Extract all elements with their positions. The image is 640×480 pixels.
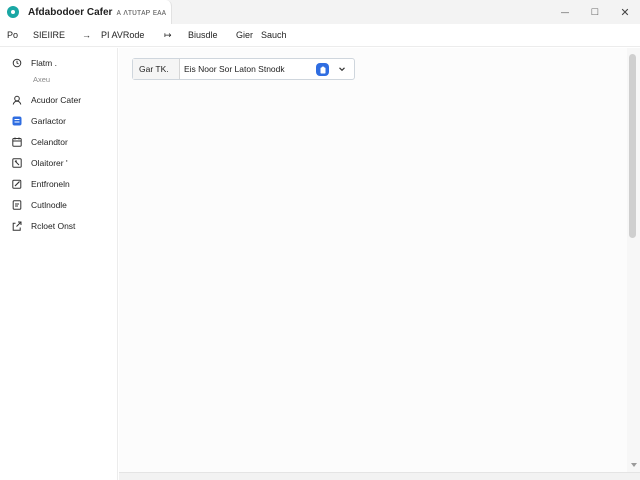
sidebar-item-olaitorer[interactable]: Olaitorer ': [0, 153, 118, 173]
menu-item-pi-avrode[interactable]: PI AVRode: [101, 30, 144, 40]
menu-item-po[interactable]: Po: [7, 30, 18, 40]
search-input[interactable]: Eis Noor Sor Laton Stnodk: [184, 59, 285, 79]
chevron-down-icon[interactable]: [337, 64, 347, 74]
sidebar-item-label: Entfroneln: [31, 179, 70, 189]
arrow-to-icon: ↦: [164, 30, 172, 40]
maximize-icon: □: [591, 6, 599, 18]
status-strip: [119, 472, 640, 480]
search-combobox[interactable]: Gar TK. Eis Noor Sor Laton Stnodk: [132, 58, 355, 80]
sidebar-item-label: Garlactor: [31, 116, 66, 126]
clipboard-icon[interactable]: [316, 63, 329, 76]
sidebar-item-entfroneln[interactable]: Entfroneln: [0, 174, 118, 194]
sidebar-item-celandtor[interactable]: Celandtor: [0, 132, 118, 152]
search-prefix-label[interactable]: Gar TK.: [133, 59, 180, 79]
app-tab[interactable]: Afdabodoer Cafer ᴀ ʌᴛᴜᴛᴀᴘ ᴇᴀᴀ: [0, 0, 172, 24]
app-title: Afdabodoer Cafer: [28, 6, 113, 18]
menu-item-siriire[interactable]: SIEIIRE: [33, 30, 65, 40]
arrow-right-icon: →: [82, 30, 91, 40]
calendar-icon: [12, 137, 22, 147]
sidebar-item-garlactor[interactable]: Garlactor: [0, 111, 118, 131]
edit-icon: [12, 179, 22, 189]
close-button[interactable]: ✕: [610, 0, 640, 24]
sidebar-item-cutlnodle[interactable]: Cutlnodle: [0, 195, 118, 215]
document-icon: [12, 200, 22, 210]
sidebar-item-label: Celandtor: [31, 137, 68, 147]
user-icon: [12, 95, 22, 105]
scroll-down-arrow-icon[interactable]: [631, 463, 637, 467]
main-content: [119, 48, 627, 472]
menu-item-gier[interactable]: Gier: [236, 30, 253, 40]
sidebar-item-rcloet-onst[interactable]: Rcloet Onst: [0, 216, 118, 236]
minimize-icon: —: [561, 7, 569, 17]
sidebar-item-label: Acudor Cater: [31, 95, 82, 105]
sidebar-item-sublabel: Axeu: [33, 75, 51, 84]
menu-bar: Po SIEIIRE → PI AVRode ↦ Biusdle Gier Sa…: [0, 24, 640, 47]
scrollbar-thumb[interactable]: [629, 54, 636, 238]
sidebar-item-acudor-cater[interactable]: Acudor Cater: [0, 90, 118, 110]
close-icon: ✕: [620, 6, 630, 19]
export-icon: [12, 221, 22, 231]
app-logo-icon: [7, 6, 19, 18]
menu-item-biusdle[interactable]: Biusdle: [188, 30, 218, 40]
app-subtitle: ᴀ ʌᴛᴜᴛᴀᴘ ᴇᴀᴀ: [116, 7, 167, 17]
maximize-button[interactable]: □: [580, 0, 610, 24]
menu-item-sauch[interactable]: Sauch: [261, 30, 287, 40]
phone-icon: [12, 158, 22, 168]
sidebar-item-label: Rcloet Onst: [31, 221, 76, 231]
title-bar: Afdabodoer Cafer ᴀ ʌᴛᴜᴛᴀᴘ ᴇᴀᴀ — □ ✕: [0, 0, 640, 24]
sidebar-item-label: Cutlnodle: [31, 200, 67, 210]
sidebar-item-label: Olaitorer ': [31, 158, 68, 168]
sidebar-item-flatm[interactable]: Flatm .: [0, 53, 118, 73]
card-icon: [12, 116, 22, 126]
sidebar: Flatm . Axeu Acudor Cater Garlactor Cela…: [0, 48, 118, 480]
clock-icon: [12, 58, 22, 68]
minimize-button[interactable]: —: [550, 0, 580, 24]
sidebar-item-label: Flatm .: [31, 58, 57, 68]
